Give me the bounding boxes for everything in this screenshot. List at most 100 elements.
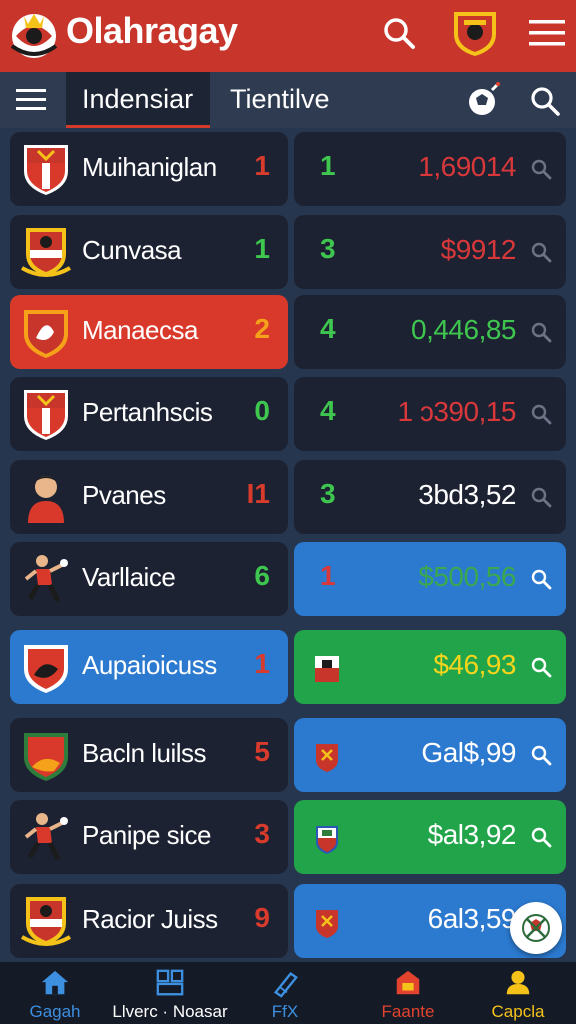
team-badge-icon [24, 813, 68, 861]
price-value: Gal$,99 [421, 737, 516, 768]
price-value: $9912 [440, 234, 517, 265]
team-card[interactable]: Muihaniglan 1 [10, 132, 288, 206]
flag-icon [315, 656, 339, 682]
odds-card[interactable]: 4 1 ɔ390,15 [294, 377, 566, 451]
odds-card[interactable]: 3 3bd3,52 [294, 460, 566, 534]
odds-count: 3 [320, 478, 336, 509]
team-score: 1 [254, 150, 270, 181]
team-name: Panipe sice [82, 820, 211, 850]
team-name: Pvanes [82, 480, 166, 510]
team-card[interactable]: Panipe sice 3 [10, 800, 288, 874]
odds-card[interactable]: $al3,92 [294, 800, 566, 874]
floating-action-button[interactable] [510, 902, 562, 954]
price-value: 1,69014 [418, 151, 516, 182]
price-value: $46,93 [433, 649, 516, 680]
price-value: 3bd3,52 [418, 479, 516, 510]
club-crest-icon[interactable] [448, 6, 502, 60]
nav-label: Gagah [29, 1002, 81, 1021]
hamburger-icon[interactable] [14, 84, 48, 116]
team-card[interactable]: Varllaice 6 [10, 542, 288, 616]
team-score: 0 [254, 395, 270, 426]
team-card[interactable]: Pertanhscis 0 [10, 377, 288, 451]
soccer-ball-icon [522, 914, 550, 942]
search-icon[interactable] [530, 321, 552, 343]
team-badge-icon [24, 390, 68, 440]
team-score: 1 [254, 233, 270, 264]
search-icon[interactable] [380, 14, 418, 52]
search-icon[interactable] [530, 486, 552, 508]
user-icon [506, 970, 530, 995]
team-name: Manaecsa [82, 315, 198, 345]
team-card[interactable]: Racior Juiss 9 [10, 884, 288, 958]
team-badge-icon [24, 145, 68, 195]
ball-icon[interactable] [464, 80, 504, 120]
search-icon[interactable] [530, 241, 552, 263]
team-score: 9 [254, 902, 270, 933]
nav-item-5[interactable]: Capcla [468, 962, 568, 1024]
nav-item-2[interactable]: Llverc · Noasar [100, 962, 240, 1024]
odds-count: 1 [320, 150, 336, 181]
team-name: Racior Juiss [82, 904, 218, 934]
menu-icon[interactable] [526, 16, 568, 50]
odds-count: 4 [320, 395, 336, 426]
team-card[interactable]: Manaecsa 2 [10, 295, 288, 369]
team-card[interactable]: Bacln luilss 5 [10, 718, 288, 792]
odds-count: 1 [320, 560, 336, 591]
nav-item-1[interactable]: Gagah [10, 962, 100, 1024]
nav-label: Llverc · Noasar [112, 1002, 228, 1021]
nav-label: FfX [271, 1002, 299, 1021]
tab-indensiar[interactable]: Indensiar [66, 72, 210, 128]
nav-item-4[interactable]: Faante [360, 962, 456, 1024]
team-score: I1 [246, 478, 270, 509]
search-icon[interactable] [528, 84, 562, 118]
search-icon[interactable] [530, 656, 552, 678]
team-name: Pertanhscis [82, 397, 213, 427]
search-icon[interactable] [530, 158, 552, 180]
nav-label: Faante [381, 1002, 435, 1021]
tab-bar: Indensiar Tientilve [0, 72, 576, 128]
search-icon[interactable] [530, 744, 552, 766]
odds-card[interactable]: Gal$,99 [294, 718, 566, 792]
team-score: 3 [254, 818, 270, 849]
odds-count: 3 [320, 233, 336, 264]
team-card[interactable]: Aupaioicuss 1 [10, 630, 288, 704]
nav-item-3[interactable]: FfX [240, 962, 330, 1024]
odds-card[interactable]: 4 0,446,85 [294, 295, 566, 369]
team-name: Bacln luilss [82, 738, 207, 768]
price-value: 6al3,59 [427, 903, 517, 934]
flag-icon [316, 910, 338, 938]
team-card[interactable]: Cunvasa 1 [10, 215, 288, 289]
app-logo-icon [10, 14, 58, 58]
team-badge-icon [24, 310, 68, 358]
nav-label: Capcla [491, 1002, 545, 1021]
flag-icon [316, 826, 338, 854]
odds-card[interactable]: 1 1,69014 [294, 132, 566, 206]
team-name: Muihaniglan [82, 152, 217, 182]
team-score: 2 [254, 313, 270, 344]
price-value: 0,446,85 [411, 314, 517, 345]
odds-count: 4 [320, 313, 336, 344]
price-value: 1 ɔ390,15 [397, 396, 517, 427]
tab-tientilve[interactable]: Tientilve [230, 72, 330, 128]
team-name: Aupaioicuss [82, 650, 217, 680]
team-card[interactable]: Pvanes I1 [10, 460, 288, 534]
search-icon[interactable] [530, 403, 552, 425]
app-bar: Olahragay [0, 0, 576, 72]
team-score: 5 [254, 736, 270, 767]
search-icon[interactable] [530, 826, 552, 848]
odds-card[interactable]: 1 $500,56 [294, 542, 566, 616]
shop-icon [396, 970, 420, 995]
home-icon [41, 970, 69, 995]
team-badge-icon [28, 476, 64, 523]
grid-icon [156, 969, 184, 996]
odds-card[interactable]: $46,93 [294, 630, 566, 704]
team-badge-icon [24, 555, 68, 603]
pen-icon [273, 972, 298, 998]
team-name: Cunvasa [82, 235, 182, 265]
team-badge-icon [24, 733, 68, 781]
flag-icon [316, 744, 338, 772]
team-score: 6 [254, 560, 270, 591]
search-icon[interactable] [530, 568, 552, 590]
team-badge-icon [20, 228, 72, 277]
odds-card[interactable]: 3 $9912 [294, 215, 566, 289]
